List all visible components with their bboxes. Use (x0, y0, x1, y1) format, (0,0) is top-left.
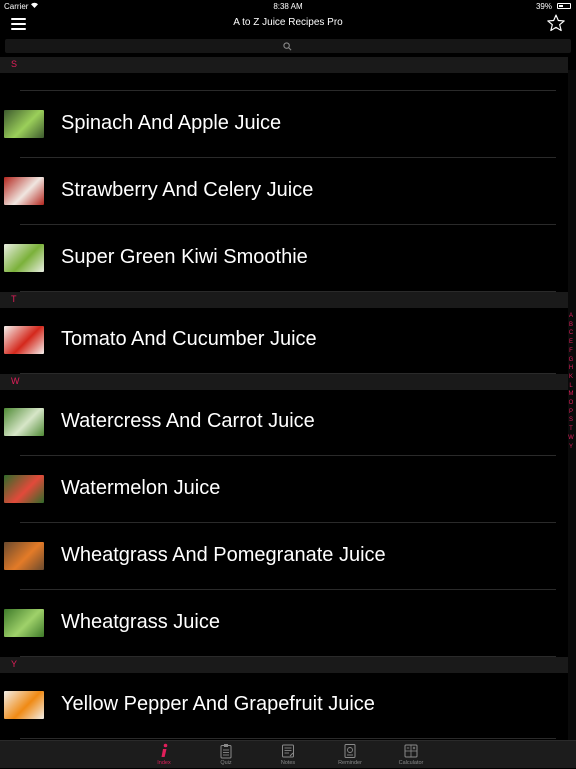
list-item[interactable]: Spinach And Apple Juice (0, 91, 568, 157)
index-letter-k[interactable]: K (566, 373, 576, 382)
recipe-name: Super Green Kiwi Smoothie (61, 246, 308, 268)
recipe-name: Watermelon Juice (61, 477, 221, 499)
recipe-name: Strawberry And Celery Juice (61, 179, 314, 201)
list-item[interactable]: Strawberry And Celery Juice (0, 158, 568, 224)
index-letter-b[interactable]: B (566, 321, 576, 330)
list-item[interactable]: Wheatgrass Juice (0, 590, 568, 656)
index-letter-a[interactable]: A (566, 312, 576, 321)
index-letter-t[interactable]: T (566, 425, 576, 434)
tab-label: Notes (280, 760, 296, 766)
recipe-thumbnail (4, 326, 44, 354)
section-header-s: S (0, 57, 568, 73)
page-title: A to Z Juice Recipes Pro (233, 17, 343, 28)
index-letter-e[interactable]: E (566, 338, 576, 347)
tab-calculator[interactable]: Calculator (391, 741, 431, 769)
index-letter-f[interactable]: F (566, 347, 576, 356)
calculator-icon (403, 743, 419, 759)
tab-label: Quiz (220, 760, 232, 766)
status-bar: Carrier 8:38 AM 39% (0, 0, 576, 12)
recipe-thumbnail (4, 542, 44, 570)
tab-bar: Index Quiz Notes Reminder Calculator (0, 740, 576, 768)
list-item[interactable]: Watercress And Carrot Juice (0, 389, 568, 455)
row-divider (20, 738, 556, 739)
recipe-name: Yellow Pepper And Grapefruit Juice (61, 693, 375, 715)
tab-quiz[interactable]: Quiz (206, 741, 246, 769)
list-item[interactable]: Tomato And Cucumber Juice (0, 307, 568, 373)
section-letter: W (11, 376, 20, 386)
section-header-t: T (0, 292, 568, 308)
recipe-thumbnail (4, 475, 44, 503)
index-letter-m[interactable]: M (566, 390, 576, 399)
list-item[interactable]: Watermelon Juice (0, 456, 568, 522)
recipe-thumbnail (4, 691, 44, 719)
index-letter-l[interactable]: L (566, 382, 576, 391)
search-input[interactable] (5, 39, 571, 53)
index-letter-p[interactable]: P (566, 408, 576, 417)
index-letter-y[interactable]: Y (566, 443, 576, 452)
index-letter-g[interactable]: G (566, 356, 576, 365)
notes-icon (280, 743, 296, 759)
reminder-icon (342, 743, 358, 759)
recipe-thumbnail (4, 110, 44, 138)
recipe-name: Watercress And Carrot Juice (61, 410, 315, 432)
tab-label: Calculator (398, 760, 424, 766)
recipe-name: Wheatgrass And Pomegranate Juice (61, 544, 386, 566)
recipe-thumbnail (4, 408, 44, 436)
recipe-thumbnail (4, 244, 44, 272)
info-icon (156, 743, 172, 759)
index-letter-s[interactable]: S (566, 416, 576, 425)
list-item[interactable]: Yellow Pepper And Grapefruit Juice (0, 672, 568, 738)
clipboard-icon (218, 743, 234, 759)
list-item[interactable]: Super Green Kiwi Smoothie (0, 225, 568, 291)
search-icon (283, 42, 292, 51)
row-divider (20, 90, 556, 91)
tab-reminder[interactable]: Reminder (330, 741, 370, 769)
index-letter-c[interactable]: C (566, 329, 576, 338)
index-letter-o[interactable]: O (566, 399, 576, 408)
battery-percent: 39% (535, 2, 552, 11)
section-header-y: Y (0, 657, 568, 673)
index-letter-w[interactable]: W (566, 434, 576, 443)
recipe-name: Wheatgrass Juice (61, 611, 220, 633)
battery-icon (557, 3, 571, 9)
section-header-w: W (0, 374, 568, 390)
section-letter: Y (11, 659, 18, 669)
tab-label: Index (157, 760, 171, 766)
index-letter-h[interactable]: H (566, 364, 576, 373)
alphabet-index[interactable]: ABCEFGHKLMOPSTWY (566, 312, 576, 451)
recipe-name: Spinach And Apple Juice (61, 112, 282, 134)
tab-label: Reminder (338, 760, 362, 766)
recipe-thumbnail (4, 177, 44, 205)
tab-notes[interactable]: Notes (268, 741, 308, 769)
tab-index[interactable]: Index (144, 741, 184, 769)
recipe-thumbnail (4, 609, 44, 637)
section-letter: T (11, 294, 17, 304)
section-letter: S (11, 59, 18, 69)
status-time: 8:38 AM (273, 2, 303, 11)
recipe-name: Tomato And Cucumber Juice (61, 328, 317, 350)
list-item[interactable]: Wheatgrass And Pomegranate Juice (0, 523, 568, 589)
star-icon[interactable] (546, 13, 566, 33)
navigation-bar: A to Z Juice Recipes Pro (0, 12, 576, 38)
